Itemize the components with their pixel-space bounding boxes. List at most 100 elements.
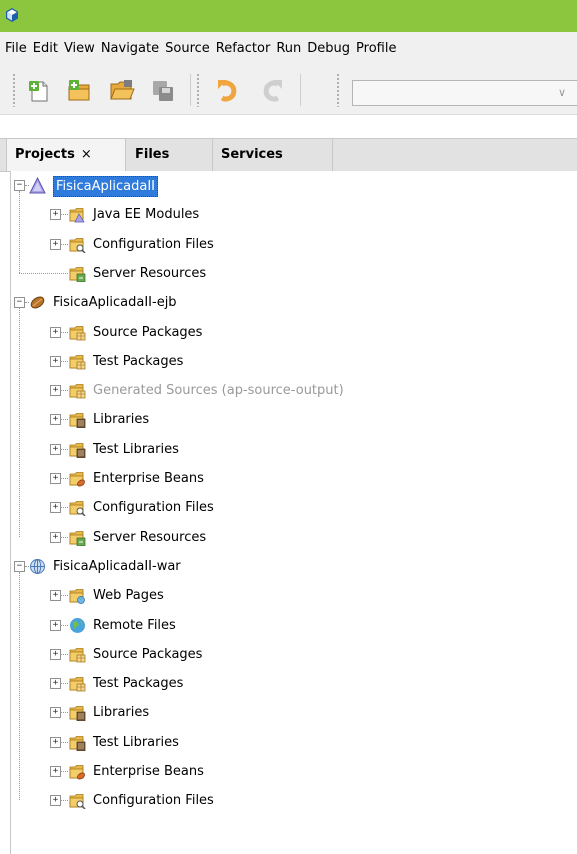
tree-item-label: Configuration Files bbox=[93, 236, 214, 252]
tree-item-label: Java EE Modules bbox=[93, 207, 200, 223]
netbeans-app-icon bbox=[6, 8, 18, 22]
tree-item[interactable]: + Libraries bbox=[11, 698, 571, 727]
tree-item[interactable]: + Source Packages bbox=[11, 640, 571, 669]
tab-files-label: Files bbox=[135, 147, 170, 162]
config-files-icon bbox=[69, 794, 86, 810]
tree-item[interactable]: + Configuration Files bbox=[11, 786, 571, 815]
tree-connector bbox=[19, 571, 20, 801]
redo-icon[interactable] bbox=[258, 78, 284, 104]
tree-item-label: Test Packages bbox=[93, 353, 184, 369]
package-folder-icon bbox=[69, 647, 86, 663]
tree-item[interactable]: + Server Resources bbox=[11, 523, 571, 552]
project-name: FisicaAplicadaII-war bbox=[53, 558, 181, 574]
tree-connector bbox=[19, 191, 20, 273]
libraries-icon bbox=[69, 413, 86, 429]
expand-toggle-icon[interactable]: + bbox=[50, 648, 61, 660]
project-node[interactable]: − FisicaAplicadaII-war bbox=[11, 552, 571, 581]
expand-toggle-icon[interactable]: + bbox=[50, 385, 61, 397]
tree-connector bbox=[25, 302, 29, 304]
tree-item-label: Source Packages bbox=[93, 646, 203, 662]
toolbar-grip[interactable] bbox=[336, 73, 340, 107]
tab-projects[interactable]: Projects × bbox=[6, 139, 126, 171]
expand-toggle-icon[interactable]: + bbox=[50, 531, 61, 543]
tree-item[interactable]: + Libraries bbox=[11, 405, 571, 434]
open-project-icon[interactable] bbox=[109, 78, 135, 104]
menu-debug[interactable]: Debug bbox=[304, 32, 353, 66]
tree-connector bbox=[61, 683, 68, 685]
tree-item[interactable]: + Enterprise Beans bbox=[11, 464, 571, 493]
tree-item[interactable]: + Remote Files bbox=[11, 611, 571, 640]
tree-connector bbox=[61, 419, 68, 421]
tree-connector bbox=[61, 800, 68, 802]
server-resources-icon bbox=[69, 530, 86, 546]
menu-profile[interactable]: Profile bbox=[353, 32, 399, 66]
tree-item[interactable]: + Enterprise Beans bbox=[11, 757, 571, 786]
expand-toggle-icon[interactable]: + bbox=[50, 678, 61, 690]
tree-connector bbox=[61, 771, 68, 772]
new-project-icon[interactable] bbox=[66, 78, 92, 104]
expand-toggle-icon[interactable]: + bbox=[50, 414, 61, 426]
expand-toggle-icon[interactable]: + bbox=[50, 443, 61, 455]
tab-files[interactable]: Files bbox=[127, 139, 213, 171]
tree-item-label: Test Libraries bbox=[93, 441, 179, 457]
project-name: FisicaAplicadaII bbox=[53, 176, 159, 197]
project-node[interactable]: − FisicaAplicadaII bbox=[11, 171, 571, 200]
tree-item[interactable]: + Test Libraries bbox=[11, 435, 571, 464]
new-file-icon[interactable] bbox=[26, 78, 52, 104]
menu-file[interactable]: File bbox=[0, 32, 30, 66]
expand-toggle-icon[interactable]: + bbox=[50, 326, 61, 338]
tree-item[interactable]: + Test Libraries bbox=[11, 728, 571, 757]
expand-toggle-icon[interactable]: + bbox=[50, 473, 61, 484]
tree-item-label: Remote Files bbox=[93, 617, 176, 633]
project-node[interactable]: − FisicaAplicadaII-ejb bbox=[11, 288, 571, 317]
expand-toggle-icon[interactable]: + bbox=[50, 238, 61, 250]
toolbar-grip[interactable] bbox=[12, 73, 16, 107]
tab-services[interactable]: Services bbox=[213, 139, 333, 171]
close-icon[interactable]: × bbox=[81, 147, 92, 162]
tree-item-label: Enterprise Beans bbox=[93, 764, 204, 779]
tree-item[interactable]: + Source Packages bbox=[11, 318, 571, 347]
collapse-toggle-icon[interactable]: − bbox=[14, 180, 25, 191]
tree-item[interactable]: + Configuration Files bbox=[11, 493, 571, 522]
tree-item[interactable]: + Configuration Files bbox=[11, 230, 571, 259]
libraries-icon bbox=[69, 706, 86, 722]
expand-toggle-icon[interactable]: + bbox=[50, 209, 61, 221]
expand-toggle-icon[interactable]: + bbox=[50, 766, 61, 777]
tree-item[interactable]: + Test Packages bbox=[11, 669, 571, 698]
save-all-icon[interactable] bbox=[150, 78, 176, 104]
menu-source[interactable]: Source bbox=[162, 32, 213, 66]
tree-item[interactable]: + Web Pages bbox=[11, 581, 571, 610]
toolbar: ∨ bbox=[0, 66, 577, 115]
toolbar-grip[interactable] bbox=[196, 73, 200, 107]
tree-item[interactable]: Server Resources bbox=[11, 259, 571, 288]
expand-toggle-icon[interactable]: + bbox=[50, 707, 61, 719]
menu-refactor[interactable]: Refactor bbox=[213, 32, 274, 66]
title-bar bbox=[0, 0, 577, 32]
tree-item-label: Generated Sources (ap-source-output) bbox=[93, 383, 344, 399]
expand-toggle-icon[interactable]: + bbox=[50, 590, 61, 602]
menu-view[interactable]: View bbox=[61, 32, 98, 66]
tree-item[interactable]: + Java EE Modules bbox=[11, 200, 571, 229]
menu-run[interactable]: Run bbox=[273, 32, 304, 66]
tree-item-label: Test Packages bbox=[93, 676, 184, 692]
collapse-toggle-icon[interactable]: − bbox=[14, 560, 25, 572]
tree-item-label: Server Resources bbox=[93, 265, 207, 281]
chevron-down-icon[interactable]: ∨ bbox=[558, 81, 566, 105]
expand-toggle-icon[interactable]: + bbox=[50, 502, 61, 514]
configuration-select[interactable]: ∨ bbox=[352, 80, 577, 106]
menu-navigate[interactable]: Navigate bbox=[98, 32, 162, 66]
tree-item[interactable]: + Test Packages bbox=[11, 347, 571, 376]
expand-toggle-icon[interactable]: + bbox=[50, 619, 61, 631]
server-resources-icon bbox=[69, 266, 86, 282]
expand-toggle-icon[interactable]: + bbox=[50, 736, 61, 748]
collapse-toggle-icon[interactable]: − bbox=[14, 297, 25, 309]
tree-item-label: Enterprise Beans bbox=[93, 471, 204, 486]
expand-toggle-icon[interactable]: + bbox=[50, 355, 61, 367]
undo-icon[interactable] bbox=[216, 78, 242, 104]
package-folder-icon bbox=[69, 677, 86, 692]
tree-item[interactable]: + Generated Sources (ap-source-output) bbox=[11, 376, 571, 405]
expand-toggle-icon[interactable]: + bbox=[50, 795, 61, 807]
package-folder-icon bbox=[69, 384, 86, 399]
menu-edit[interactable]: Edit bbox=[30, 32, 61, 66]
ejb-module-icon bbox=[30, 296, 45, 309]
